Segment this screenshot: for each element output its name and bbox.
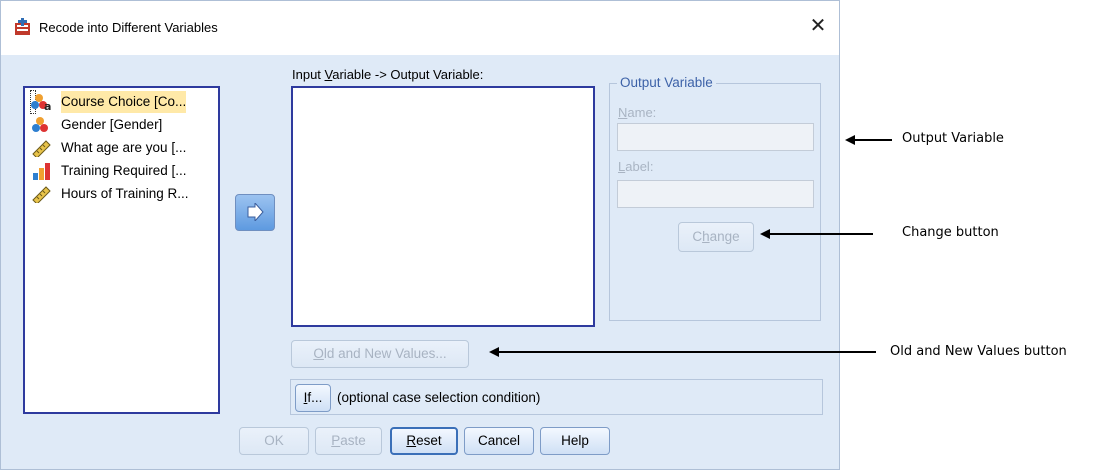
if-condition-hint: (optional case selection condition) — [337, 390, 541, 405]
output-variable-legend: Output Variable — [617, 75, 716, 90]
annotation-arrow-line — [769, 233, 873, 235]
svg-text:a: a — [44, 100, 51, 111]
annotation-change-button: Change button — [902, 225, 999, 240]
variable-label: What age are you [... — [61, 140, 187, 155]
scale-ruler-icon — [32, 186, 51, 203]
old-and-new-values-button[interactable]: Old and New Values... — [291, 340, 469, 368]
output-name-field[interactable] — [617, 123, 814, 151]
output-label-field[interactable] — [617, 180, 814, 208]
variable-label: Hours of Training R... — [61, 186, 189, 201]
recode-dialog: Recode into Different Variables ✕ a Cour… — [0, 0, 840, 470]
reset-button[interactable]: Reset — [390, 427, 458, 455]
annotation-old-new-values-button: Old and New Values button — [890, 344, 1067, 359]
output-label-label: Label: — [618, 159, 654, 174]
annotation-arrow-line — [498, 351, 876, 353]
list-item[interactable]: Hours of Training R... — [31, 183, 189, 205]
cancel-button[interactable]: Cancel — [464, 427, 534, 455]
annotation-output-variable: Output Variable — [902, 131, 1004, 146]
nominal-icon — [32, 117, 48, 132]
if-button[interactable]: If... — [295, 384, 331, 412]
move-variable-button[interactable] — [235, 194, 275, 231]
output-name-label: Name: — [618, 105, 657, 120]
arrow-right-icon — [247, 203, 264, 221]
input-output-label: Input Variable -> Output Variable: — [292, 67, 484, 82]
paste-button[interactable]: Paste — [315, 427, 382, 455]
help-button[interactable]: Help — [540, 427, 610, 455]
title-bar: Recode into Different Variables ✕ — [1, 1, 839, 55]
list-item[interactable]: Training Required [... — [31, 160, 187, 182]
variable-label: Gender [Gender] — [61, 117, 163, 132]
ok-button[interactable]: OK — [239, 427, 309, 455]
variable-label: Training Required [... — [61, 163, 187, 178]
nominal-string-icon: a — [31, 94, 51, 111]
recode-app-icon — [15, 18, 30, 35]
input-output-variable-list[interactable] — [291, 86, 595, 327]
list-item[interactable]: a Course Choice [Co... — [30, 90, 187, 114]
variable-label: Course Choice [Co... — [61, 91, 187, 113]
scale-ruler-icon — [32, 140, 51, 157]
annotation-arrow-line — [854, 139, 892, 141]
source-variable-list[interactable]: a Course Choice [Co... Gender [Gender] W… — [23, 86, 220, 414]
window-title: Recode into Different Variables — [39, 20, 218, 35]
ordinal-bar-icon — [33, 163, 50, 180]
close-icon[interactable]: ✕ — [801, 11, 835, 41]
list-item[interactable]: What age are you [... — [31, 137, 186, 159]
change-button[interactable]: Change — [678, 222, 754, 252]
list-item[interactable]: Gender [Gender] — [31, 114, 162, 136]
